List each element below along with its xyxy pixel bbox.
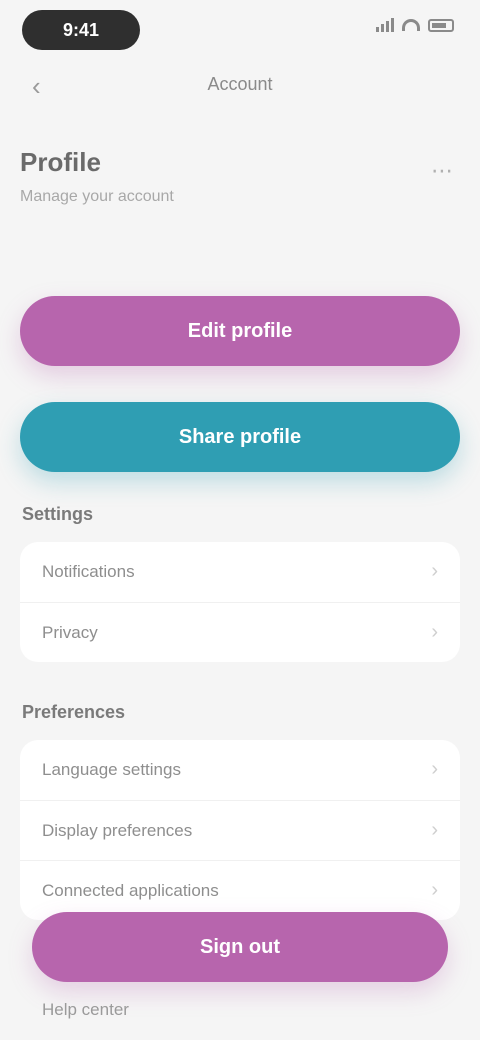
chevron-right-icon: › bbox=[431, 621, 438, 643]
status-icons bbox=[376, 18, 454, 32]
preferences-card: Language settings › Display preferences … bbox=[20, 740, 460, 920]
page-subtitle: Manage your account bbox=[20, 188, 174, 205]
list-item-privacy[interactable]: Privacy › bbox=[20, 602, 460, 662]
signal-icon bbox=[376, 18, 394, 32]
section-title-preferences: Preferences bbox=[22, 702, 126, 722]
chevron-right-icon: › bbox=[431, 560, 438, 582]
list-item-label: Language settings bbox=[42, 760, 181, 779]
nav-bar: ‹ Account bbox=[0, 64, 480, 108]
chevron-right-icon: › bbox=[431, 819, 438, 841]
list-item-language[interactable]: Language settings › bbox=[20, 740, 460, 800]
section-title-settings: Settings bbox=[22, 504, 94, 524]
battery-icon bbox=[428, 18, 454, 32]
share-profile-button[interactable]: Share profile bbox=[20, 402, 460, 472]
status-time: 9:41 bbox=[22, 10, 140, 50]
list-item-label: Privacy bbox=[42, 622, 98, 642]
edit-profile-button[interactable]: Edit profile bbox=[20, 296, 460, 366]
list-item-display[interactable]: Display preferences › bbox=[20, 800, 460, 860]
list-item-notifications[interactable]: Notifications › bbox=[20, 542, 460, 602]
list-item-connected-apps[interactable]: Connected applications › bbox=[20, 860, 460, 920]
screen: 9:41 ‹ Account Profile Manage your accou… bbox=[0, 0, 480, 1040]
list-item-label: Notifications bbox=[42, 562, 135, 581]
more-options-icon[interactable]: ⋯ bbox=[431, 158, 454, 184]
list-item-label: Connected applications bbox=[42, 880, 219, 900]
wifi-icon bbox=[402, 19, 420, 31]
chevron-right-icon: › bbox=[431, 879, 438, 901]
page-title: Profile bbox=[20, 147, 101, 177]
profile-header: Profile Manage your account ⋯ bbox=[20, 144, 460, 206]
chevron-right-icon: › bbox=[431, 758, 438, 780]
help-center-link[interactable]: Help center bbox=[42, 1000, 129, 1020]
status-bar: 9:41 bbox=[0, 0, 480, 64]
settings-card: Notifications › Privacy › bbox=[20, 542, 460, 662]
nav-title: Account bbox=[207, 74, 273, 94]
sign-out-button[interactable]: Sign out bbox=[32, 912, 448, 982]
list-item-label: Display preferences bbox=[42, 820, 193, 840]
